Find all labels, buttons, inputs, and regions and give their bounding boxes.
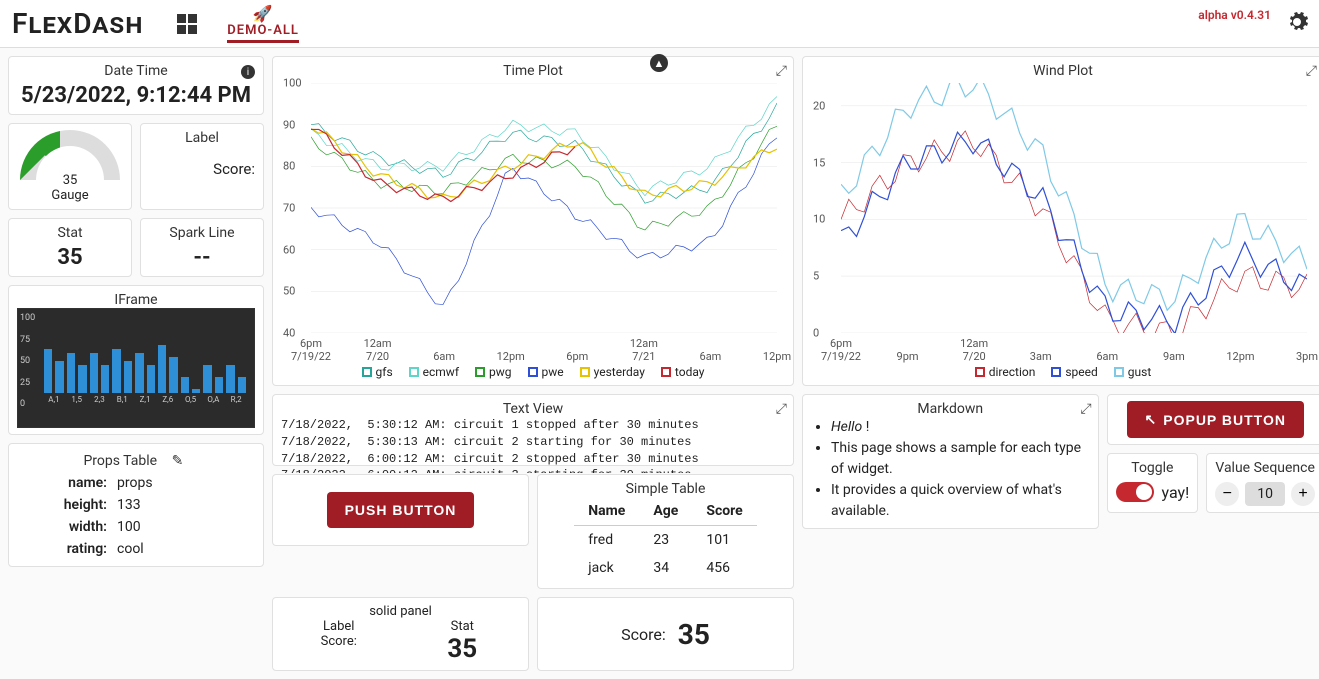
legend-item[interactable]: gust xyxy=(1114,365,1151,379)
table-row: fred23101 xyxy=(574,526,756,555)
collapse-icon[interactable]: ▲ xyxy=(650,54,668,72)
simple-table-card: Simple Table NameAgeScorefred23101jack34… xyxy=(537,474,794,589)
toggle-card: Toggle yay! xyxy=(1107,453,1199,513)
list-item: This page shows a sample for each type o… xyxy=(831,438,1090,480)
iframe-bar-chart: 1007550250 A,11,52,3B,1Z,1Z,6O,5O,AR,2 xyxy=(17,308,255,428)
tab-demo-all[interactable]: 🚀 DEMO-ALL xyxy=(227,4,299,43)
popup-button[interactable]: ↖ POPUP BUTTON xyxy=(1127,401,1304,438)
text-view-content: 7/18/2022, 5:30:12 AM: circuit 1 stopped… xyxy=(281,417,785,473)
markdown-card: Markdown ⤢ Hello !This page shows a samp… xyxy=(802,394,1099,529)
gauge-arc xyxy=(17,130,123,185)
edit-icon[interactable]: ✎ xyxy=(167,450,189,472)
table-row: jack34456 xyxy=(574,554,756,582)
increment-button[interactable]: + xyxy=(1291,482,1315,506)
legend-item[interactable]: ecmwf xyxy=(409,365,459,379)
score-card: Score: 35 xyxy=(537,597,794,671)
table-row: height:133 xyxy=(17,494,255,516)
legend-item[interactable]: pwe xyxy=(528,365,564,379)
table-row: name:props xyxy=(17,472,255,494)
iframe-card: IFrame 1007550250 A,11,52,3B,1Z,1Z,6O,5O… xyxy=(8,285,264,435)
topbar: FlexDash 🚀 DEMO-ALL alpha v0.4.31 xyxy=(0,0,1319,48)
stat-card: Stat 35 xyxy=(8,218,132,277)
dashboard-icon[interactable] xyxy=(175,12,199,36)
value-sequence-card: Value Sequence − 10 + xyxy=(1206,453,1319,513)
push-button-card: PUSH BUTTON xyxy=(272,474,529,546)
card-title: Date Time xyxy=(17,63,255,79)
solid-panel-card: solid panel LabelScore: Stat35 xyxy=(272,597,529,671)
decrement-button[interactable]: − xyxy=(1215,482,1239,506)
props-table-card: Props Table ✎ name:propsheight:133width:… xyxy=(8,443,264,567)
time-plot-card: Time Plot ⤢ 1009080706050406pm7/19/2212a… xyxy=(272,56,794,386)
rocket-icon: 🚀 xyxy=(253,4,274,23)
legend-item[interactable]: today xyxy=(661,365,705,379)
list-item: It provides a quick overview of what's a… xyxy=(831,480,1090,522)
app-logo: FlexDash xyxy=(12,7,143,40)
expand-icon[interactable]: ⤢ xyxy=(1306,63,1317,79)
wind-plot-card: Wind Plot ⤢ 201510506pm7/19/229pm12am7/2… xyxy=(802,56,1319,386)
legend-item[interactable]: yesterday xyxy=(580,365,645,379)
datetime-value: 5/23/2022, 9:12:44 PM xyxy=(17,83,255,108)
label-card: Label Score: xyxy=(140,123,264,210)
value-display: 10 xyxy=(1245,482,1285,506)
legend-item[interactable]: pwg xyxy=(475,365,512,379)
table-row: width:100 xyxy=(17,516,255,538)
expand-icon[interactable]: ⤢ xyxy=(776,401,787,417)
push-button[interactable]: PUSH BUTTON xyxy=(327,492,475,528)
toggle-switch[interactable] xyxy=(1116,482,1154,502)
text-view-card: Text View ⤢ 7/18/2022, 5:30:12 AM: circu… xyxy=(272,394,794,466)
version-text: alpha v0.4.31 xyxy=(1198,8,1271,22)
tab-label: DEMO-ALL xyxy=(227,23,299,38)
gear-icon[interactable] xyxy=(1285,10,1309,38)
list-item: Hello ! xyxy=(831,417,1090,438)
legend-item[interactable]: direction xyxy=(975,365,1036,379)
expand-icon[interactable]: ⤢ xyxy=(776,63,787,79)
popup-button-card: ↖ POPUP BUTTON xyxy=(1107,394,1319,445)
legend-item[interactable]: speed xyxy=(1051,365,1097,379)
legend-item[interactable]: gfs xyxy=(362,365,393,379)
datetime-card: Date Time i 5/23/2022, 9:12:44 PM xyxy=(8,56,264,115)
cursor-icon: ↖ xyxy=(1145,411,1158,428)
expand-icon[interactable]: ⤢ xyxy=(1080,401,1091,417)
gauge-card: 35Gauge xyxy=(8,123,132,210)
sparkline-card: Spark Line -- xyxy=(140,218,264,277)
table-row: rating:cool xyxy=(17,538,255,560)
info-icon[interactable]: i xyxy=(241,65,255,79)
